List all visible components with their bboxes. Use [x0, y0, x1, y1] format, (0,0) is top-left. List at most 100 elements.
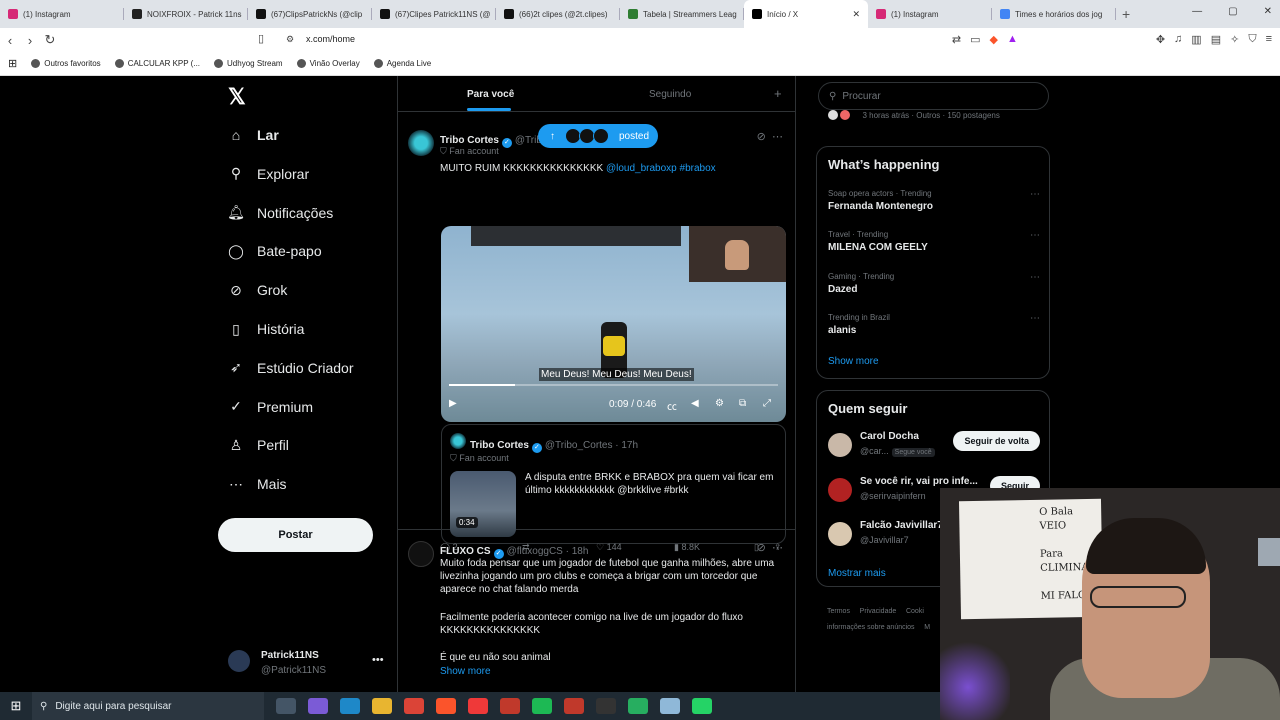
game-icon[interactable]: [628, 698, 648, 714]
browser-tab[interactable]: (1) Instagram: [868, 0, 992, 28]
spotify-icon[interactable]: [532, 698, 552, 714]
nav-item-bookmark[interactable]: ▯ História: [226, 314, 304, 344]
bookmark-item[interactable]: CALCULAR KPP (...: [114, 59, 200, 68]
close-tab-icon[interactable]: ✕: [852, 9, 860, 20]
whatsapp-icon[interactable]: [692, 698, 712, 714]
url-field[interactable]: x.com/home: [306, 34, 355, 44]
maximize-icon[interactable]: ▢: [1228, 6, 1237, 17]
hashtag-link[interactable]: #brabox: [680, 163, 716, 174]
nav-item-search[interactable]: ⚲ Explorar: [226, 159, 309, 189]
settings-icon[interactable]: ⚙: [715, 398, 724, 409]
browser-tab[interactable]: Tabela | Streammers Leag: [620, 0, 744, 28]
account-switcher[interactable]: Patrick11NS @Patrick11NS •••: [226, 646, 386, 682]
nav-item-more[interactable]: ⋯ Mais: [226, 469, 287, 499]
browser-tab[interactable]: (67)Clipes Patrick11NS (@: [372, 0, 496, 28]
browser-tab[interactable]: (66)2t clipes (@2t.clipes): [496, 0, 620, 28]
captions-icon[interactable]: ㏄: [667, 398, 677, 413]
more-icon[interactable]: ⋯: [772, 542, 783, 554]
chrome-icon[interactable]: [404, 698, 424, 714]
bookmark-item[interactable]: Udhyog Stream: [214, 59, 283, 68]
tab-following[interactable]: Seguindo: [649, 89, 691, 100]
avatar[interactable]: [408, 130, 434, 156]
wallet-icon[interactable]: ▤: [1211, 33, 1221, 46]
tweet-author-name[interactable]: Tribo Cortes: [440, 135, 499, 146]
browser-tab[interactable]: (67)ClipsPatrickNs (@clip: [248, 0, 372, 28]
explorer-icon[interactable]: [372, 698, 392, 714]
bookmark-item[interactable]: Agenda Live: [373, 59, 431, 68]
brave-icon[interactable]: [436, 698, 456, 714]
quoted-tweet[interactable]: Tribo Cortes ✓ @Tribo_Cortes · 17h ⛉ Fan a…: [441, 424, 786, 544]
video-progress-bar[interactable]: [449, 384, 778, 386]
windows-start-icon[interactable]: ⊞: [0, 698, 32, 714]
more-icon[interactable]: ⋯: [772, 131, 783, 143]
trend-item[interactable]: Trending in Brazil alanis ⋯: [828, 313, 1040, 336]
back-icon[interactable]: ‹: [0, 33, 20, 48]
browser-tab[interactable]: Início / X ✕: [744, 0, 868, 28]
show-more-link[interactable]: Show more: [440, 665, 491, 678]
grok-icon[interactable]: ⊘: [757, 542, 766, 554]
vivaldi-icon[interactable]: [468, 698, 488, 714]
apps-grid-icon[interactable]: ⊞: [8, 57, 17, 70]
fullscreen-icon[interactable]: ⤢: [763, 398, 771, 409]
x-logo-icon[interactable]: 𝕏: [228, 84, 246, 110]
nav-item-bell[interactable]: 🔔︎ Notificações: [226, 198, 333, 228]
more-icon[interactable]: ⋯: [1030, 272, 1040, 283]
forward-icon[interactable]: ›: [20, 33, 40, 48]
new-tab-icon[interactable]: +: [1122, 6, 1130, 22]
cast-icon[interactable]: ▭: [970, 33, 980, 46]
reload-icon[interactable]: ↻: [40, 32, 60, 48]
grok-icon[interactable]: ⊘: [757, 131, 766, 143]
nav-item-grok[interactable]: ⊘ Grok: [226, 275, 287, 305]
new-posts-pill[interactable]: ↑ posted: [538, 124, 658, 148]
steam-icon[interactable]: [596, 698, 616, 714]
copilot-icon[interactable]: [308, 698, 328, 714]
bookmark-star-icon[interactable]: ▯: [258, 32, 264, 45]
show-more-link[interactable]: Show more: [828, 356, 879, 367]
nav-item-rocket[interactable]: ➶ Estúdio Criador: [226, 353, 353, 383]
tweet-handle[interactable]: @fluxoggCS · 18h: [507, 546, 589, 557]
taskbar-search[interactable]: ⚲ Digite aqui para pesquisar: [32, 692, 264, 720]
sidebar-icon[interactable]: ▥: [1191, 33, 1201, 46]
nav-item-chat[interactable]: ◯ Bate-papo: [226, 236, 321, 266]
browser-tab[interactable]: NOIXFROIX - Patrick 11ns: [124, 0, 248, 28]
add-feed-icon[interactable]: +: [774, 86, 782, 101]
music-icon[interactable]: ♫: [1174, 33, 1182, 46]
trend-item[interactable]: Soap opera actors · Trending Fernanda Mon…: [828, 189, 1040, 212]
browser-tab[interactable]: Times e horários dos jog: [992, 0, 1116, 28]
post-button[interactable]: Postar: [218, 518, 373, 552]
search-box[interactable]: ⚲ Procurar: [818, 82, 1049, 110]
video-player[interactable]: Meu Deus! Meu Deus! Meu Deus! ▶ 0:09 / 0…: [441, 226, 786, 422]
brave-shield-icon[interactable]: ◆: [989, 33, 997, 46]
nav-item-home[interactable]: ⌂ Lar: [226, 120, 279, 150]
trend-item[interactable]: Gaming · Trending Dazed ⋯: [828, 272, 1040, 295]
mention-link[interactable]: @loud_braboxp: [606, 163, 677, 174]
leo-icon[interactable]: ✧: [1230, 33, 1239, 46]
trend-summary[interactable]: 3 horas atrás · Outros · 150 postagens: [828, 110, 1000, 120]
bookmark-item[interactable]: Vinão Overlay: [296, 59, 360, 68]
minimize-icon[interactable]: —: [1192, 6, 1202, 17]
bookmark-item[interactable]: Outros favoritos: [31, 59, 101, 68]
menu-icon[interactable]: ≡: [1266, 33, 1272, 46]
play-icon[interactable]: ▶: [449, 398, 457, 409]
more-icon[interactable]: ⋯: [1030, 189, 1040, 200]
more-icon[interactable]: •••: [372, 654, 384, 666]
trend-item[interactable]: Travel · Trending MILENA COM GEELY ⋯: [828, 230, 1040, 253]
taskbar-search-input[interactable]: Digite aqui para pesquisar: [55, 701, 171, 712]
task-view-icon[interactable]: [276, 698, 296, 714]
extensions-icon[interactable]: ✥: [1156, 33, 1165, 46]
search-input[interactable]: Procurar: [842, 91, 880, 102]
nav-item-person[interactable]: ♙ Perfil: [226, 430, 289, 460]
vpn-icon[interactable]: ⛉: [1248, 33, 1256, 46]
volume-icon[interactable]: ◀: [691, 398, 699, 409]
site-info-icon[interactable]: ⚙: [286, 34, 294, 45]
follow-button[interactable]: Seguir de volta: [953, 431, 1040, 451]
tweet[interactable]: FLUXO CS ✓ @fluxoggCS · 18h ⊘ ⋯ Muito foda…: [398, 531, 795, 692]
browser-tab[interactable]: (1) Instagram: [0, 0, 124, 28]
obs-icon[interactable]: [564, 698, 584, 714]
nav-item-verified[interactable]: ✓ Premium: [226, 392, 313, 422]
close-window-icon[interactable]: ✕: [1264, 6, 1272, 17]
notepad-icon[interactable]: [660, 698, 680, 714]
translate-icon[interactable]: ⇄: [952, 33, 961, 46]
app-icon[interactable]: [500, 698, 520, 714]
tweet[interactable]: Tribo Cortes ✓ @Trib ⛉ Fan account ⊘ ⋯ MUI…: [398, 120, 795, 552]
